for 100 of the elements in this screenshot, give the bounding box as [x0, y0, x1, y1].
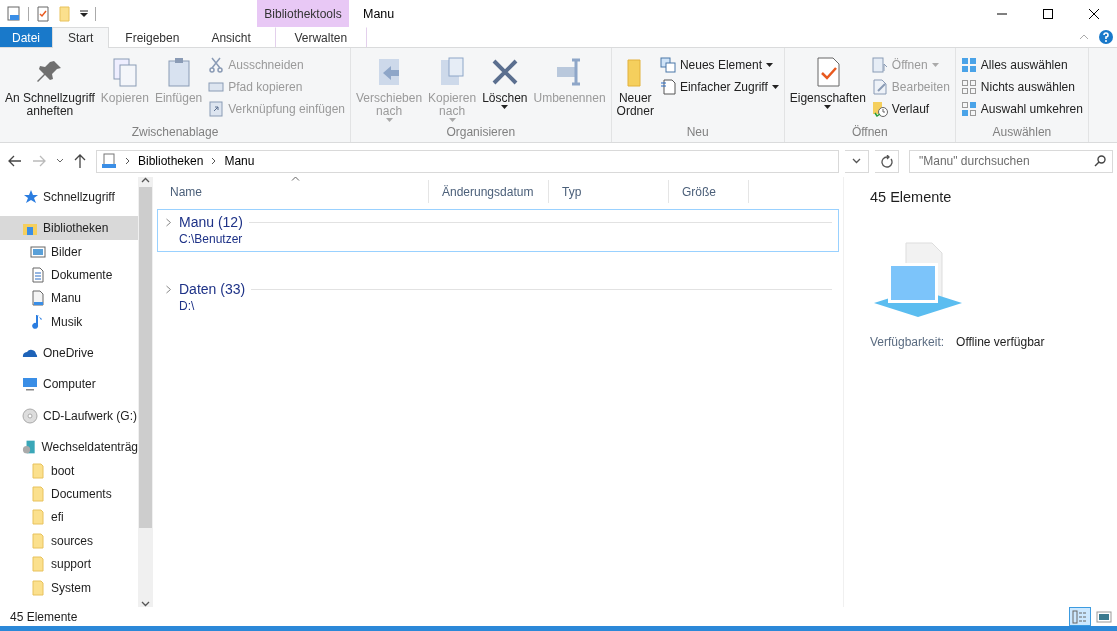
group-label: Neu — [685, 124, 710, 141]
history-dropdown[interactable] — [845, 149, 869, 173]
new-item-icon — [659, 57, 676, 73]
back-icon — [8, 155, 22, 167]
tree-item[interactable]: Documents — [0, 482, 138, 506]
group-row[interactable]: Manu (12) C:\Benutzer — [157, 209, 839, 252]
tree-item[interactable]: Dokumente — [0, 263, 138, 287]
refresh-button[interactable] — [875, 149, 899, 173]
tree-item[interactable]: System — [0, 575, 138, 600]
view-button[interactable] — [1069, 607, 1091, 626]
easy-access-icon — [659, 79, 676, 95]
ribbon-button[interactable]: Nichts auswählen — [960, 78, 1083, 96]
chevron-icon — [125, 157, 130, 165]
window-title: Manu — [362, 5, 396, 23]
status-text: 45 Elemente — [10, 609, 79, 624]
tree-item[interactable]: efi — [0, 505, 138, 530]
tree-item[interactable]: Schnellzugriff — [0, 185, 138, 209]
folder-icon — [30, 509, 46, 526]
select-none-icon — [960, 79, 977, 95]
checklist-icon — [35, 5, 51, 22]
column-header[interactable]: Name — [157, 180, 429, 203]
tree-item[interactable]: CD-Laufwerk (G:) — [0, 404, 138, 428]
tree-item[interactable]: Bilder — [0, 239, 138, 264]
breadcrumb[interactable]: Bibliotheken — [138, 154, 204, 168]
group-row[interactable]: Daten (33) D:\ — [157, 276, 839, 319]
shortcut-icon — [208, 101, 225, 117]
recent-caret-icon — [56, 158, 64, 164]
up-icon — [74, 154, 86, 168]
ribbon-tab[interactable]: Verwalten — [274, 27, 367, 47]
property-label: Verfügbarkeit: — [870, 335, 945, 349]
tree-item[interactable]: Musik — [0, 310, 138, 334]
dropdown-icon — [852, 158, 861, 164]
breadcrumb[interactable]: Manu — [224, 154, 255, 168]
customize-caret-icon — [79, 8, 89, 19]
scrollbar[interactable] — [138, 177, 153, 607]
group-title: Manu (12) — [179, 214, 243, 230]
search-icon — [1094, 154, 1106, 167]
disc-icon — [22, 407, 38, 424]
document-library-icon — [30, 266, 46, 283]
tree-item[interactable]: Manu — [0, 286, 138, 311]
tree-item[interactable]: support — [0, 552, 138, 576]
ribbon-button[interactable]: An Schnellzugriff anheften — [3, 50, 97, 124]
ribbon-button[interactable]: Neuer Ordner — [614, 50, 656, 124]
help-icon — [1099, 30, 1113, 44]
ribbon-button[interactable]: Löschen — [480, 50, 530, 124]
folder-icon — [30, 462, 46, 479]
library-folder-icon — [30, 290, 46, 307]
collapse-ribbon-icon — [1079, 34, 1089, 40]
address-bar[interactable]: Bibliotheken Manu — [96, 149, 839, 173]
ribbon-button[interactable]: Neues Element — [659, 56, 779, 74]
folder-icon — [30, 532, 46, 549]
tree-item[interactable]: Computer — [0, 372, 138, 397]
details-view-icon — [1072, 609, 1088, 624]
item-count: 45 Elemente — [870, 189, 953, 205]
search-field[interactable]: "Manu" durchsuchen — [909, 149, 1113, 173]
group-title: Daten (33) — [179, 281, 246, 297]
contextual-tab-label: Bibliothektools — [257, 0, 349, 27]
tree-item[interactable]: Wechseldatenträg — [0, 435, 138, 459]
picture-library-icon — [30, 243, 46, 260]
group-label: Auswählen — [991, 124, 1053, 141]
folder-icon — [30, 485, 46, 502]
tree-item[interactable]: Bibliotheken — [0, 216, 138, 240]
close-icon — [1089, 8, 1099, 19]
ribbon-button[interactable]: Verlauf — [871, 100, 950, 118]
group-path: C:\Benutzer — [178, 232, 244, 246]
group-label: Zwischenablage — [130, 124, 220, 141]
edit-icon — [871, 79, 888, 95]
folder-icon — [30, 579, 46, 596]
invert-selection-icon — [960, 101, 977, 117]
scroll-up-icon — [141, 177, 150, 183]
refresh-icon — [880, 154, 893, 168]
column-header[interactable]: Änderungsdatum — [429, 180, 549, 203]
group-path: D:\ — [178, 299, 196, 313]
path-icon — [208, 79, 225, 95]
maximize-icon — [1043, 8, 1053, 19]
tree-item[interactable]: boot — [0, 458, 138, 483]
expand-chevron-icon — [164, 284, 173, 294]
forward-icon — [32, 155, 46, 167]
chevron-icon — [211, 157, 217, 165]
monitor-icon — [22, 376, 38, 393]
scroll-down-icon — [141, 601, 150, 607]
ribbon-button[interactable]: Eigenschaften — [787, 50, 868, 124]
ribbon-button[interactable]: Auswahl umkehren — [960, 100, 1083, 118]
column-header[interactable]: Typ — [549, 180, 669, 203]
properties-qat-icon — [6, 5, 22, 22]
star-icon — [22, 188, 38, 205]
scissors-icon — [208, 57, 225, 73]
ribbon-tab[interactable]: Datei — [0, 27, 52, 47]
ribbon-button[interactable]: Einfacher Zugriff — [659, 78, 779, 96]
open-icon — [871, 57, 888, 73]
ribbon-tab[interactable]: Start — [52, 27, 110, 48]
drive-icon — [22, 439, 37, 456]
tree-item[interactable]: sources — [0, 529, 138, 553]
folder-icon — [30, 556, 46, 573]
group-label: Öffnen — [850, 124, 889, 141]
group-label: Organisieren — [445, 124, 517, 141]
column-header[interactable]: Größe — [669, 180, 749, 203]
expand-chevron-icon — [164, 217, 173, 227]
tree-item[interactable]: OneDrive — [0, 341, 138, 365]
ribbon-button[interactable]: Alles auswählen — [960, 56, 1083, 74]
